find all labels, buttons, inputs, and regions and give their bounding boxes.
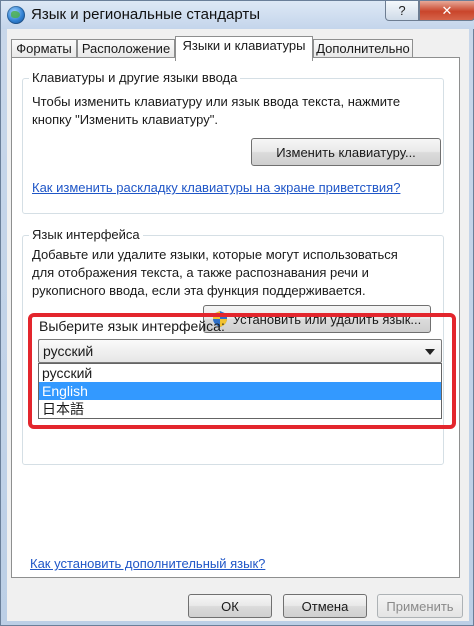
display-language-dropdown-list: русский English 日本語 (38, 363, 442, 419)
ok-button[interactable]: ОК (188, 594, 272, 618)
welcome-screen-layout-link[interactable]: Как изменить раскладку клавиатуры на экр… (32, 180, 400, 195)
cancel-button[interactable]: Отмена (283, 594, 367, 618)
language-option-japanese[interactable]: 日本語 (39, 400, 441, 418)
choose-display-language-label: Выберите язык интерфейса: (39, 318, 225, 334)
keyboards-description-line1: Чтобы изменить клавиатуру или язык ввода… (32, 94, 401, 109)
title-bar[interactable]: Язык и региональные стандарты ? ✕ (1, 1, 474, 29)
tab-keyboards-and-languages[interactable]: Языки и клавиатуры (175, 36, 313, 61)
display-language-description-line1: Добавьте или удалите языки, которые могу… (32, 247, 398, 262)
display-language-combobox[interactable]: русский (38, 339, 442, 363)
tab-advanced[interactable]: Дополнительно (313, 39, 413, 59)
language-option-russian[interactable]: русский (39, 364, 441, 382)
window-title: Язык и региональные стандарты (31, 6, 260, 23)
keyboards-description-line2: кнопку "Изменить клавиатуру". (32, 112, 218, 127)
display-language-group-title: Язык интерфейса (29, 227, 143, 242)
display-language-description-line3: рукописного ввода, если эта функция подд… (32, 283, 366, 298)
tab-location[interactable]: Расположение (77, 39, 175, 59)
keyboards-group: Клавиатуры и другие языки ввода Чтобы из… (22, 70, 444, 214)
keyboards-group-title: Клавиатуры и другие языки ввода (29, 70, 241, 85)
dialog-window: Язык и региональные стандарты ? ✕ Формат… (0, 0, 474, 626)
dialog-footer: ОК Отмена Применить (7, 578, 469, 621)
help-button[interactable]: ? (385, 1, 419, 21)
display-language-description-line2: для отображения текста, а также распозна… (32, 265, 369, 280)
dropdown-arrow-icon[interactable] (425, 349, 435, 355)
apply-button[interactable]: Применить (377, 594, 463, 618)
change-keyboard-button[interactable]: Изменить клавиатуру... (251, 138, 441, 166)
close-button[interactable]: ✕ (419, 1, 474, 21)
tab-formats[interactable]: Форматы (11, 39, 77, 59)
dialog-client-area: Форматы Расположение Языки и клавиатуры … (7, 29, 469, 621)
globe-icon (7, 6, 25, 24)
display-language-selected-value: русский (43, 343, 94, 359)
language-option-english[interactable]: English (39, 382, 441, 400)
install-more-languages-link[interactable]: Как установить дополнительный язык? (30, 556, 265, 571)
